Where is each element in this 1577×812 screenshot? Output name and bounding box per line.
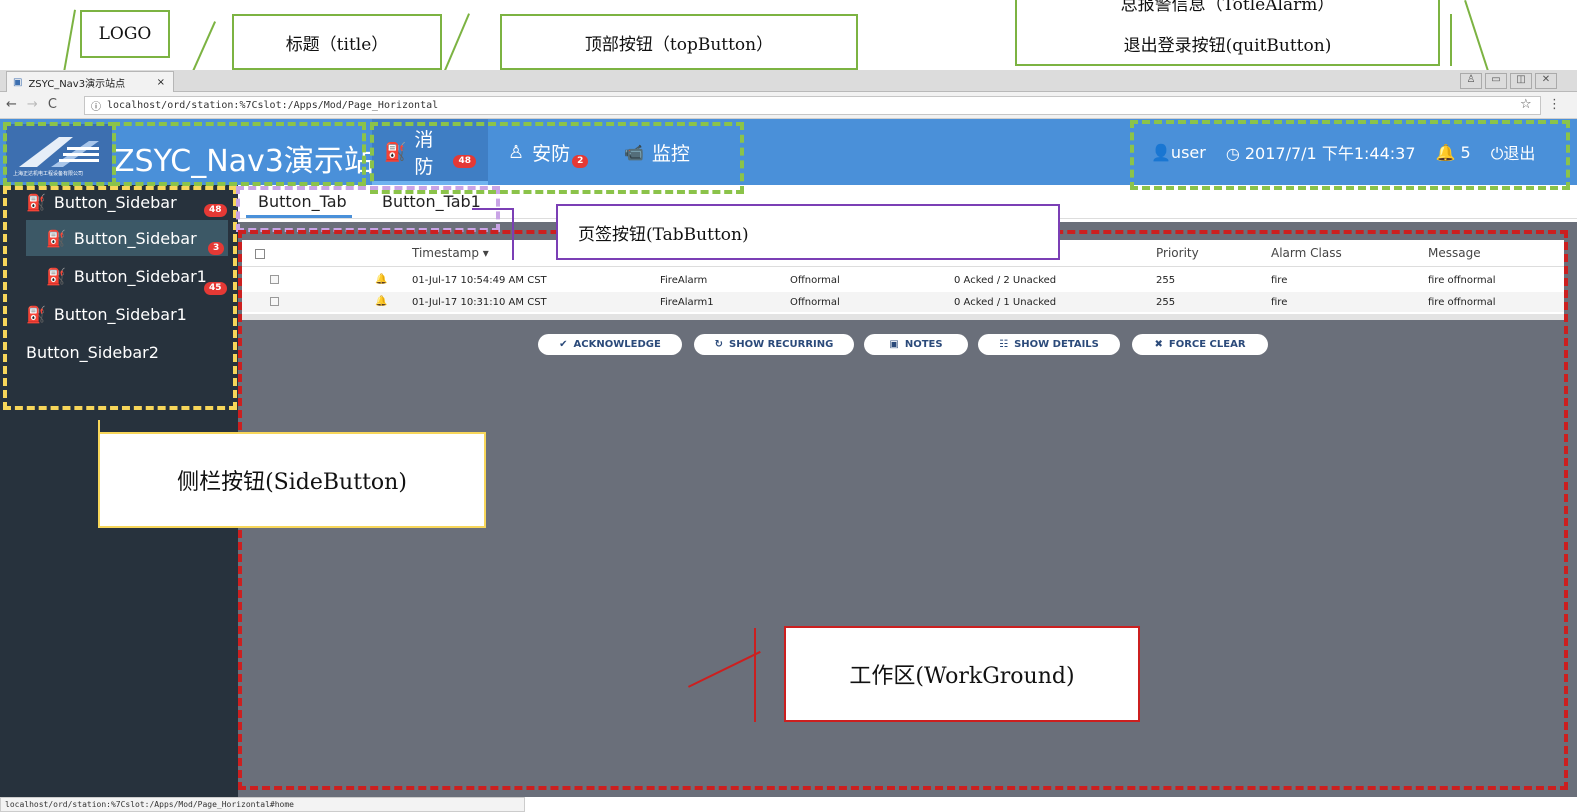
reload-icon[interactable]: C bbox=[48, 97, 57, 112]
browser-tab[interactable]: ▣ ZSYC_Nav3演示站点 × bbox=[6, 71, 174, 92]
annotation-quit-button: 退出登录按钮(quitButton) bbox=[1123, 36, 1332, 56]
annotation-top-button: 顶部按钮（topButton） bbox=[500, 14, 858, 70]
close-icon[interactable]: × bbox=[157, 77, 173, 88]
minimize-icon[interactable]: ▭ bbox=[1485, 73, 1507, 89]
annotation-info-box: 总报警信息（TotleAlarm） 退出登录按钮(quitButton) bbox=[1015, 0, 1440, 66]
bookmark-star-icon[interactable]: ☆ bbox=[1520, 97, 1532, 112]
forward-icon[interactable]: → bbox=[27, 97, 38, 112]
annotation-frame-sidebar bbox=[3, 186, 237, 410]
leader-line bbox=[512, 208, 514, 260]
profile-icon[interactable]: ♙ bbox=[1460, 73, 1482, 89]
browser-menu-icon[interactable]: ⋮ bbox=[1548, 97, 1561, 112]
annotation-work-ground: 工作区(WorkGround) bbox=[784, 626, 1140, 722]
annotation-frame-title bbox=[112, 122, 366, 186]
browser-tab-title: ZSYC_Nav3演示站点 bbox=[28, 78, 126, 90]
leader-line bbox=[1450, 14, 1452, 66]
annotation-total-alarm: 总报警信息（TotleAlarm） bbox=[1120, 0, 1335, 15]
window-controls: ♙ ▭ ◫ ✕ bbox=[1460, 73, 1572, 89]
annotation-title: 标题（title） bbox=[232, 14, 442, 70]
browser-tab-strip bbox=[0, 70, 1577, 92]
annotation-side-button: 侧栏按钮(SideButton) bbox=[98, 432, 486, 528]
annotation-frame-top-buttons bbox=[370, 122, 744, 194]
leader-line bbox=[472, 208, 514, 210]
url-input[interactable]: ⓘ localhost/ord/station:%7Cslot:/Apps/Mo… bbox=[84, 96, 1541, 115]
maximize-icon[interactable]: ◫ bbox=[1510, 73, 1532, 89]
annotation-frame-tabs bbox=[236, 186, 500, 232]
screenshot-stage: LOGO 标题（title） 顶部按钮（topButton） 总报警信息（Tot… bbox=[0, 0, 1577, 812]
info-icon: ⓘ bbox=[91, 102, 101, 113]
nav-buttons: ← → C bbox=[6, 97, 57, 112]
back-icon[interactable]: ← bbox=[6, 97, 17, 112]
url-text: localhost/ord/station:%7Cslot:/Apps/Mod/… bbox=[107, 100, 439, 111]
browser-status-bar: localhost/ord/station:%7Cslot:/Apps/Mod/… bbox=[0, 797, 525, 812]
leader-line bbox=[754, 628, 756, 722]
window-close-icon[interactable]: ✕ bbox=[1535, 73, 1557, 89]
annotation-frame-logo bbox=[3, 122, 116, 186]
annotation-frame-right-info bbox=[1130, 120, 1570, 190]
annotation-logo: LOGO bbox=[80, 10, 170, 58]
favicon-icon: ▣ bbox=[13, 76, 23, 88]
annotation-tab-button: 页签按钮(TabButton) bbox=[556, 204, 1060, 260]
